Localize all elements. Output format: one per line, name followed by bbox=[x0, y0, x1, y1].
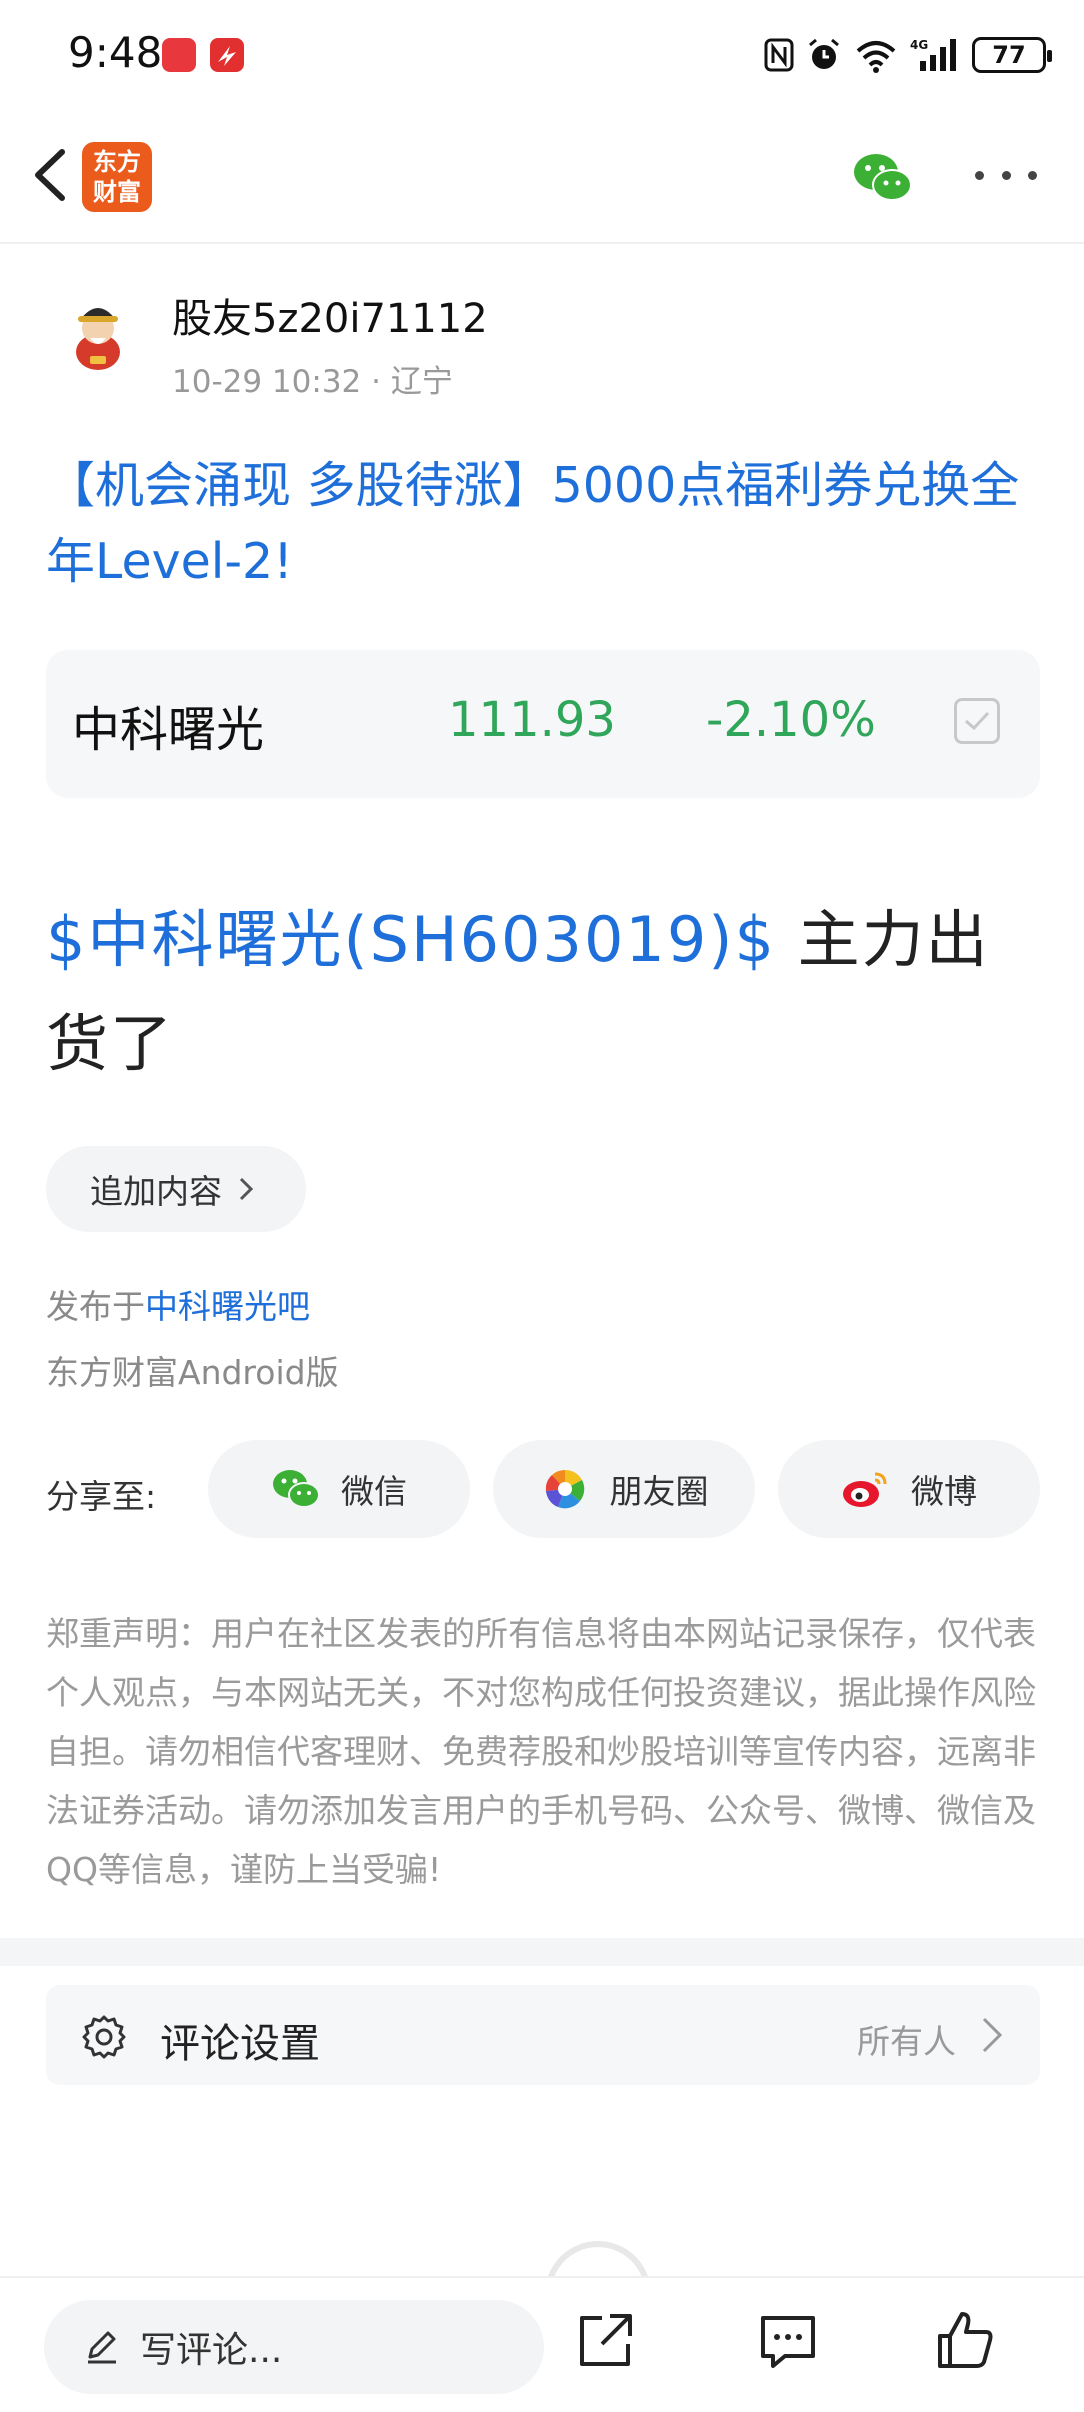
stock-price: 111.93 bbox=[448, 692, 616, 748]
gear-icon bbox=[82, 2015, 126, 2059]
publish-prefix: 发布于 bbox=[46, 1287, 145, 1326]
pencil-icon bbox=[88, 2331, 116, 2364]
stock-link[interactable]: $中科曙光(SH603019)$ bbox=[46, 903, 776, 976]
nav-bar: 东方 财富 bbox=[0, 110, 1084, 244]
wechat-share-button[interactable] bbox=[852, 152, 914, 204]
stock-bar-link[interactable]: 中科曙光吧 bbox=[145, 1287, 310, 1326]
nfc-icon bbox=[764, 38, 794, 72]
moments-icon bbox=[545, 1469, 584, 1509]
back-arrow-icon bbox=[35, 149, 65, 201]
wifi-icon bbox=[856, 41, 896, 73]
client-source: 东方财富Android版 bbox=[46, 1353, 339, 1392]
battery-icon: 77 bbox=[972, 37, 1052, 73]
share-moments-label: 朋友圈 bbox=[609, 1472, 709, 1511]
append-content-label: 追加内容 bbox=[90, 1172, 222, 1211]
comment-settings-label: 评论设置 bbox=[160, 2021, 320, 2067]
status-bar: 9:48 4G 77 bbox=[0, 0, 1084, 110]
append-content-button[interactable]: 追加内容 bbox=[46, 1146, 306, 1232]
alarm-icon bbox=[809, 38, 839, 69]
logo-line1: 东方 bbox=[93, 148, 141, 176]
chevron-right-icon bbox=[982, 2017, 1003, 2053]
stock-name: 中科曙光 bbox=[72, 702, 265, 758]
app-notification-icon bbox=[210, 38, 244, 72]
comment-placeholder: 写评论... bbox=[140, 2330, 283, 2371]
app-logo: 东方 财富 bbox=[82, 142, 152, 212]
comment-settings-row[interactable]: 评论设置 所有人 bbox=[46, 1985, 1040, 2085]
comment-input[interactable]: 写评论... bbox=[44, 2300, 544, 2394]
avatar[interactable] bbox=[56, 290, 140, 374]
disclaimer: 郑重声明：用户在社区发表的所有信息将由本网站记录保存，仅代表个人观点，与本网站无… bbox=[46, 1614, 1036, 1889]
status-icons: 4G 77 bbox=[764, 30, 1052, 80]
logo-line2: 财富 bbox=[93, 178, 141, 206]
bottom-bar: 写评论... bbox=[0, 2276, 1084, 2412]
chevron-right-icon bbox=[239, 1177, 254, 1201]
share-weibo-button[interactable]: 微博 bbox=[778, 1440, 1040, 1538]
4g-signal-icon: 4G bbox=[910, 38, 956, 71]
post-meta: 10-29 10:32 · 辽宁 bbox=[172, 364, 453, 400]
comment-settings-value: 所有人 bbox=[857, 2022, 956, 2061]
share-wechat-button[interactable]: 微信 bbox=[208, 1440, 470, 1538]
share-moments-button[interactable]: 朋友圈 bbox=[493, 1440, 755, 1538]
stock-change: -2.10% bbox=[706, 692, 876, 748]
svg-text:4G: 4G bbox=[910, 38, 928, 52]
post-body: $中科曙光(SH603019)$ 主力出货了 bbox=[46, 888, 1046, 1096]
share-export-icon[interactable] bbox=[572, 2308, 638, 2374]
back-button[interactable] bbox=[20, 140, 90, 210]
stock-card[interactable]: 中科曙光 111.93 -2.10% bbox=[46, 650, 1040, 798]
status-time: 9:48 bbox=[68, 28, 163, 77]
author-name[interactable]: 股友5z20i71112 bbox=[172, 286, 488, 344]
section-divider bbox=[0, 1938, 1084, 1966]
share-label: 分享至: bbox=[46, 1477, 157, 1516]
watchlist-check-icon[interactable] bbox=[954, 698, 1000, 744]
wechat-icon bbox=[273, 1470, 320, 1508]
huawei-store-icon bbox=[162, 38, 196, 72]
more-button[interactable] bbox=[975, 160, 1037, 190]
share-wechat-label: 微信 bbox=[341, 1472, 407, 1511]
wechat-icon bbox=[854, 154, 912, 201]
like-icon[interactable] bbox=[932, 2308, 998, 2374]
post-title[interactable]: 【机会涌现 多股待涨】5000点福利券兑换全年Level-2! bbox=[46, 448, 1046, 600]
comment-icon[interactable] bbox=[755, 2308, 821, 2374]
weibo-icon bbox=[843, 1472, 887, 1507]
share-weibo-label: 微博 bbox=[911, 1472, 977, 1511]
more-icon bbox=[975, 170, 984, 180]
publish-line: 发布于中科曙光吧 bbox=[46, 1280, 310, 1328]
